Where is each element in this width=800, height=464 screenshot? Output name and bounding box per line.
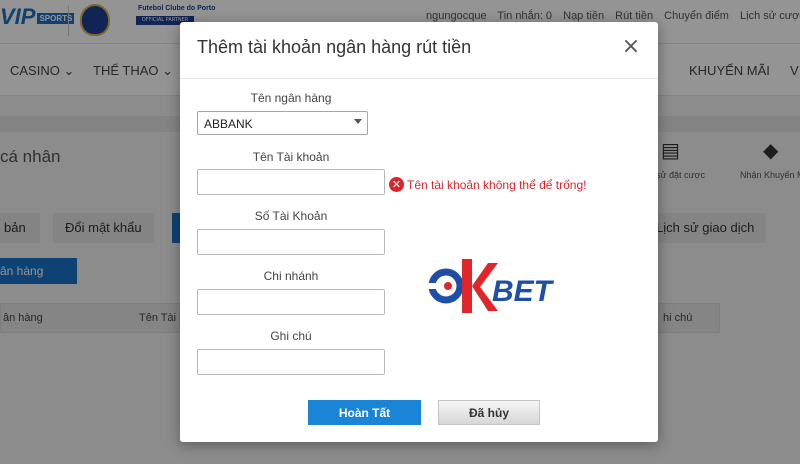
dialog-divider <box>180 78 658 79</box>
svg-text:BET: BET <box>492 275 555 308</box>
note-label: Ghi chú <box>270 329 312 343</box>
dropdown-arrow-icon <box>354 119 362 124</box>
okbet-logo: BET <box>428 259 555 313</box>
bank-name-label: Tên ngân hàng <box>250 91 332 105</box>
account-name-error-text: Tên tài khoản không thể để trống! <box>407 177 587 192</box>
branch-input[interactable] <box>197 289 385 315</box>
account-name-label: Tên Tài khoản <box>252 150 330 164</box>
add-bank-account-dialog: Thêm tài khoản ngân hàng rút tiền × Tên … <box>180 22 658 442</box>
account-name-input[interactable] <box>197 169 385 195</box>
branch-label: Chi nhánh <box>263 269 319 283</box>
close-icon[interactable]: × <box>621 36 641 58</box>
bank-name-select[interactable]: ABBANK <box>197 111 368 135</box>
account-number-label: Số Tài Khoản <box>254 209 328 223</box>
note-input[interactable] <box>197 349 385 375</box>
account-number-input[interactable] <box>197 229 385 255</box>
complete-button[interactable]: Hoàn Tất <box>308 400 421 425</box>
error-icon: ✕ <box>389 177 404 192</box>
account-name-error: ✕ Tên tài khoản không thể để trống! <box>389 174 587 192</box>
bank-name-value: ABBANK <box>204 117 253 131</box>
cancel-button[interactable]: Đã hủy <box>438 400 540 425</box>
dialog-title: Thêm tài khoản ngân hàng rút tiền <box>197 37 472 57</box>
